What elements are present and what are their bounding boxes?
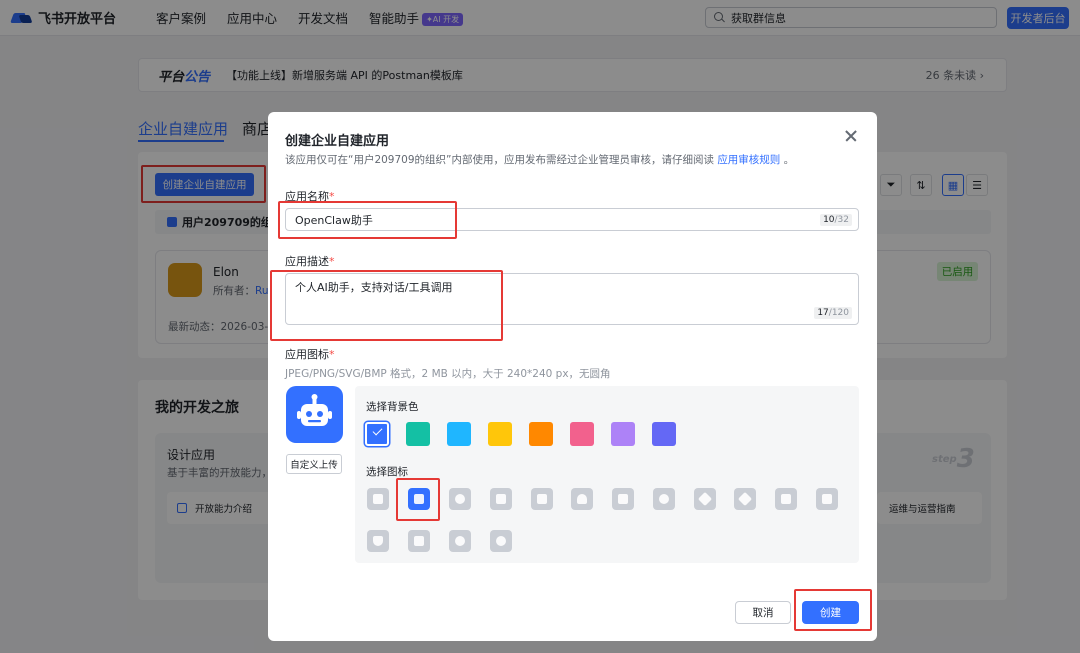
- highlight-create-button: [794, 589, 872, 631]
- bulb-icon[interactable]: [449, 488, 471, 510]
- desc-count: 17: [817, 308, 829, 318]
- required-mark: *: [329, 348, 335, 361]
- highlight-robot-icon: [396, 478, 440, 521]
- dialog-description-text: 该应用仅可在“用户209709的组织”内部使用，应用发布需经过企业管理员审核，请…: [285, 154, 714, 166]
- tag-icon[interactable]: [734, 488, 756, 510]
- dialog-description: 该应用仅可在“用户209709的组织”内部使用，应用发布需经过企业管理员审核，请…: [285, 152, 794, 167]
- bell-icon[interactable]: [571, 488, 593, 510]
- app-icon-preview: [286, 386, 343, 443]
- required-mark: *: [329, 255, 335, 268]
- shield-check-icon[interactable]: [367, 530, 389, 552]
- bg-swatch-cyan[interactable]: [447, 422, 471, 446]
- desc-label: 应用描述*: [285, 253, 335, 269]
- checklist-icon[interactable]: [612, 488, 634, 510]
- desc-max: /120: [828, 308, 849, 318]
- bg-swatch-teal[interactable]: [406, 422, 430, 446]
- name-count: 10: [823, 214, 835, 225]
- name-char-counter: 10/32: [820, 213, 852, 226]
- icon-label: 应用图标*: [285, 346, 335, 362]
- bg-swatch-indigo[interactable]: [652, 422, 676, 446]
- check-icon: [372, 425, 383, 436]
- bg-swatch-pink[interactable]: [570, 422, 594, 446]
- highlight-app-name: [278, 201, 457, 239]
- robot-icon: [297, 394, 332, 426]
- icon-select-label: 选择图标: [366, 466, 408, 478]
- star-icon[interactable]: [694, 488, 716, 510]
- review-rules-link[interactable]: 应用审核规则: [717, 154, 780, 166]
- bg-swatch-yellow[interactable]: [488, 422, 512, 446]
- code-icon[interactable]: [490, 530, 512, 552]
- icon-picker: 选择背景色 选择图标: [355, 386, 859, 563]
- group-icon[interactable]: [449, 530, 471, 552]
- create-app-dialog: 创建企业自建应用 该应用仅可在“用户209709的组织”内部使用，应用发布需经过…: [268, 112, 877, 641]
- desc-label-text: 应用描述: [285, 255, 329, 268]
- document-chart-icon[interactable]: [490, 488, 512, 510]
- cancel-button[interactable]: 取消: [735, 601, 791, 624]
- bg-swatch-purple[interactable]: [611, 422, 635, 446]
- close-icon[interactable]: [843, 128, 859, 144]
- custom-upload-button[interactable]: 自定义上传: [286, 454, 342, 474]
- layout-icon[interactable]: [408, 530, 430, 552]
- highlight-app-description: [270, 270, 503, 341]
- file-icon[interactable]: [816, 488, 838, 510]
- bg-swatch-orange[interactable]: [529, 422, 553, 446]
- desc-char-counter: 17/120: [814, 307, 852, 319]
- icon-format-hint: JPEG/PNG/SVG/BMP 格式，2 MB 以内，大于 240*240 p…: [285, 368, 611, 380]
- bg-color-label: 选择背景色: [366, 401, 419, 413]
- name-max: /32: [834, 214, 849, 225]
- cube-icon[interactable]: [367, 488, 389, 510]
- briefcase-icon[interactable]: [531, 488, 553, 510]
- dialog-title: 创建企业自建应用: [285, 134, 390, 149]
- bg-swatch-blue[interactable]: [365, 422, 389, 446]
- icon-label-text: 应用图标: [285, 348, 329, 361]
- dialog-description-end: 。: [783, 154, 795, 166]
- pie-chart-icon[interactable]: [653, 488, 675, 510]
- wrench-icon[interactable]: [775, 488, 797, 510]
